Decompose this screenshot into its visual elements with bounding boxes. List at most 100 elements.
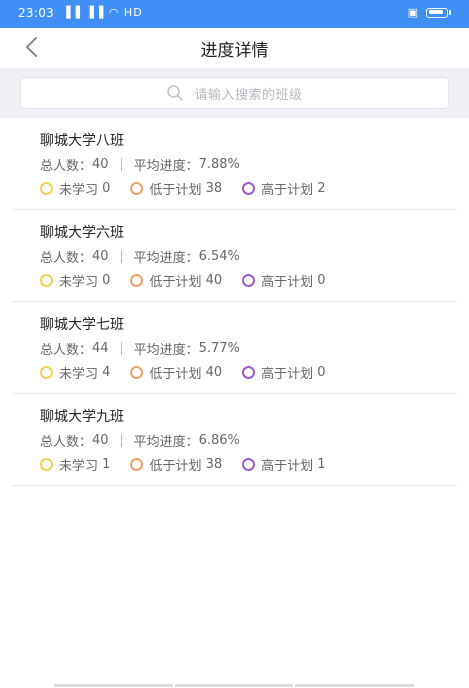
progress-legend: 未学习 4 低于计划 40 高于计划 0 bbox=[40, 363, 346, 382]
above-plan-count: 0 bbox=[317, 365, 326, 380]
progress-legend: 未学习 0 低于计划 40 高于计划 0 bbox=[40, 271, 346, 290]
status-right: ▣ bbox=[408, 6, 451, 19]
divider bbox=[120, 342, 122, 355]
below-plan-count: 40 bbox=[205, 273, 223, 288]
below-plan-item: 低于计划 38 bbox=[130, 179, 222, 198]
total-label: 总人数： bbox=[40, 251, 93, 266]
below-plan-item: 低于计划 38 bbox=[130, 455, 222, 474]
avg-label: 平均进度： bbox=[133, 251, 199, 266]
signal-icons: ▐▐ ▐▐ ◠ HD bbox=[62, 6, 143, 19]
class-card[interactable]: 聊城大学九班 总人数： 40 平均进度： 6.86% 未学习 1 低于计划 38… bbox=[12, 394, 457, 486]
search-input[interactable]: 请输入搜索的班级 bbox=[20, 77, 449, 109]
not-started-item: 未学习 4 bbox=[40, 363, 110, 382]
above-plan-count: 0 bbox=[317, 273, 326, 288]
above-plan-label: 高于计划 bbox=[261, 367, 314, 382]
not-started-label: 未学习 bbox=[59, 367, 99, 382]
divider bbox=[120, 158, 122, 171]
avg-value: 6.54% bbox=[198, 249, 240, 264]
not-started-label: 未学习 bbox=[59, 183, 99, 198]
circle-icon bbox=[40, 366, 53, 379]
divider-segment bbox=[54, 684, 173, 687]
class-stats: 总人数： 40 平均进度： 6.86% bbox=[40, 431, 240, 450]
nfc-icon: ▣ bbox=[407, 6, 418, 19]
class-stats: 总人数： 40 平均进度： 7.88% bbox=[40, 155, 240, 174]
avg-label: 平均进度： bbox=[133, 343, 199, 358]
not-started-count: 4 bbox=[102, 365, 111, 380]
not-started-label: 未学习 bbox=[59, 459, 99, 474]
above-plan-item: 高于计划 1 bbox=[242, 455, 326, 474]
search-area: 请输入搜索的班级 bbox=[0, 68, 469, 118]
class-name: 聊城大学九班 bbox=[40, 409, 124, 425]
class-card[interactable]: 聊城大学六班 总人数： 40 平均进度： 6.54% 未学习 0 低于计划 40… bbox=[12, 210, 457, 302]
not-started-item: 未学习 1 bbox=[40, 455, 110, 474]
above-plan-label: 高于计划 bbox=[261, 275, 314, 290]
above-plan-item: 高于计划 2 bbox=[242, 179, 326, 198]
class-list: 聊城大学八班 总人数： 40 平均进度： 7.88% 未学习 0 低于计划 38… bbox=[0, 118, 469, 486]
not-started-count: 1 bbox=[102, 457, 111, 472]
total-value: 40 bbox=[92, 249, 109, 264]
circle-icon bbox=[242, 366, 256, 379]
below-plan-item: 低于计划 40 bbox=[130, 363, 222, 382]
below-plan-label: 低于计划 bbox=[149, 183, 202, 198]
divider bbox=[120, 434, 122, 447]
above-plan-label: 高于计划 bbox=[261, 459, 314, 474]
total-value: 44 bbox=[92, 341, 109, 356]
below-plan-count: 38 bbox=[205, 181, 223, 196]
total-label: 总人数： bbox=[40, 159, 93, 174]
not-started-item: 未学习 0 bbox=[40, 271, 110, 290]
above-plan-item: 高于计划 0 bbox=[242, 363, 326, 382]
circle-icon bbox=[40, 182, 53, 195]
circle-icon bbox=[130, 274, 144, 287]
page-title: 进度详情 bbox=[200, 41, 269, 61]
below-plan-label: 低于计划 bbox=[149, 367, 202, 382]
avg-value: 6.86% bbox=[198, 433, 240, 448]
search-icon bbox=[167, 85, 184, 101]
status-bar: 23:03 ▐▐ ▐▐ ◠ HD ▣ bbox=[0, 0, 469, 28]
avg-label: 平均进度： bbox=[133, 435, 199, 450]
not-started-count: 0 bbox=[102, 181, 111, 196]
not-started-label: 未学习 bbox=[59, 275, 99, 290]
status-time: 23:03 bbox=[18, 6, 55, 20]
class-name: 聊城大学八班 bbox=[40, 133, 124, 149]
total-label: 总人数： bbox=[40, 343, 93, 358]
class-name: 聊城大学七班 bbox=[40, 317, 124, 333]
circle-icon bbox=[130, 366, 144, 379]
below-plan-item: 低于计划 40 bbox=[130, 271, 222, 290]
circle-icon bbox=[40, 274, 53, 287]
search-placeholder: 请输入搜索的班级 bbox=[194, 87, 303, 103]
below-plan-count: 40 bbox=[205, 365, 223, 380]
class-stats: 总人数： 44 平均进度： 5.77% bbox=[40, 339, 240, 358]
below-plan-count: 38 bbox=[205, 457, 223, 472]
below-plan-label: 低于计划 bbox=[149, 275, 202, 290]
circle-icon bbox=[242, 274, 256, 287]
battery-icon bbox=[426, 7, 448, 18]
divider-segment bbox=[295, 684, 415, 687]
circle-icon bbox=[40, 458, 53, 471]
class-card[interactable]: 聊城大学七班 总人数： 44 平均进度： 5.77% 未学习 4 低于计划 40… bbox=[12, 302, 457, 394]
not-started-item: 未学习 0 bbox=[40, 179, 110, 198]
not-started-count: 0 bbox=[102, 273, 111, 288]
avg-value: 7.88% bbox=[198, 157, 240, 172]
total-value: 40 bbox=[92, 157, 109, 172]
class-card[interactable]: 聊城大学八班 总人数： 40 平均进度： 7.88% 未学习 0 低于计划 38… bbox=[12, 118, 457, 210]
circle-icon bbox=[130, 182, 144, 195]
above-plan-label: 高于计划 bbox=[261, 183, 314, 198]
divider bbox=[120, 250, 122, 263]
total-value: 40 bbox=[92, 433, 109, 448]
progress-legend: 未学习 1 低于计划 38 高于计划 1 bbox=[40, 455, 346, 474]
above-plan-item: 高于计划 0 bbox=[242, 271, 326, 290]
class-stats: 总人数： 40 平均进度： 6.54% bbox=[40, 247, 240, 266]
circle-icon bbox=[242, 182, 256, 195]
progress-legend: 未学习 0 低于计划 38 高于计划 2 bbox=[40, 179, 346, 198]
avg-value: 5.77% bbox=[198, 341, 240, 356]
nav-bar: 进度详情 bbox=[0, 28, 469, 68]
below-plan-label: 低于计划 bbox=[149, 459, 202, 474]
bottom-divider bbox=[54, 684, 415, 688]
class-name: 聊城大学六班 bbox=[40, 225, 124, 241]
above-plan-count: 2 bbox=[317, 181, 326, 196]
avg-label: 平均进度： bbox=[133, 159, 199, 174]
above-plan-count: 1 bbox=[317, 457, 326, 472]
circle-icon bbox=[242, 458, 256, 471]
battery-tip bbox=[449, 10, 451, 15]
circle-icon bbox=[130, 458, 144, 471]
